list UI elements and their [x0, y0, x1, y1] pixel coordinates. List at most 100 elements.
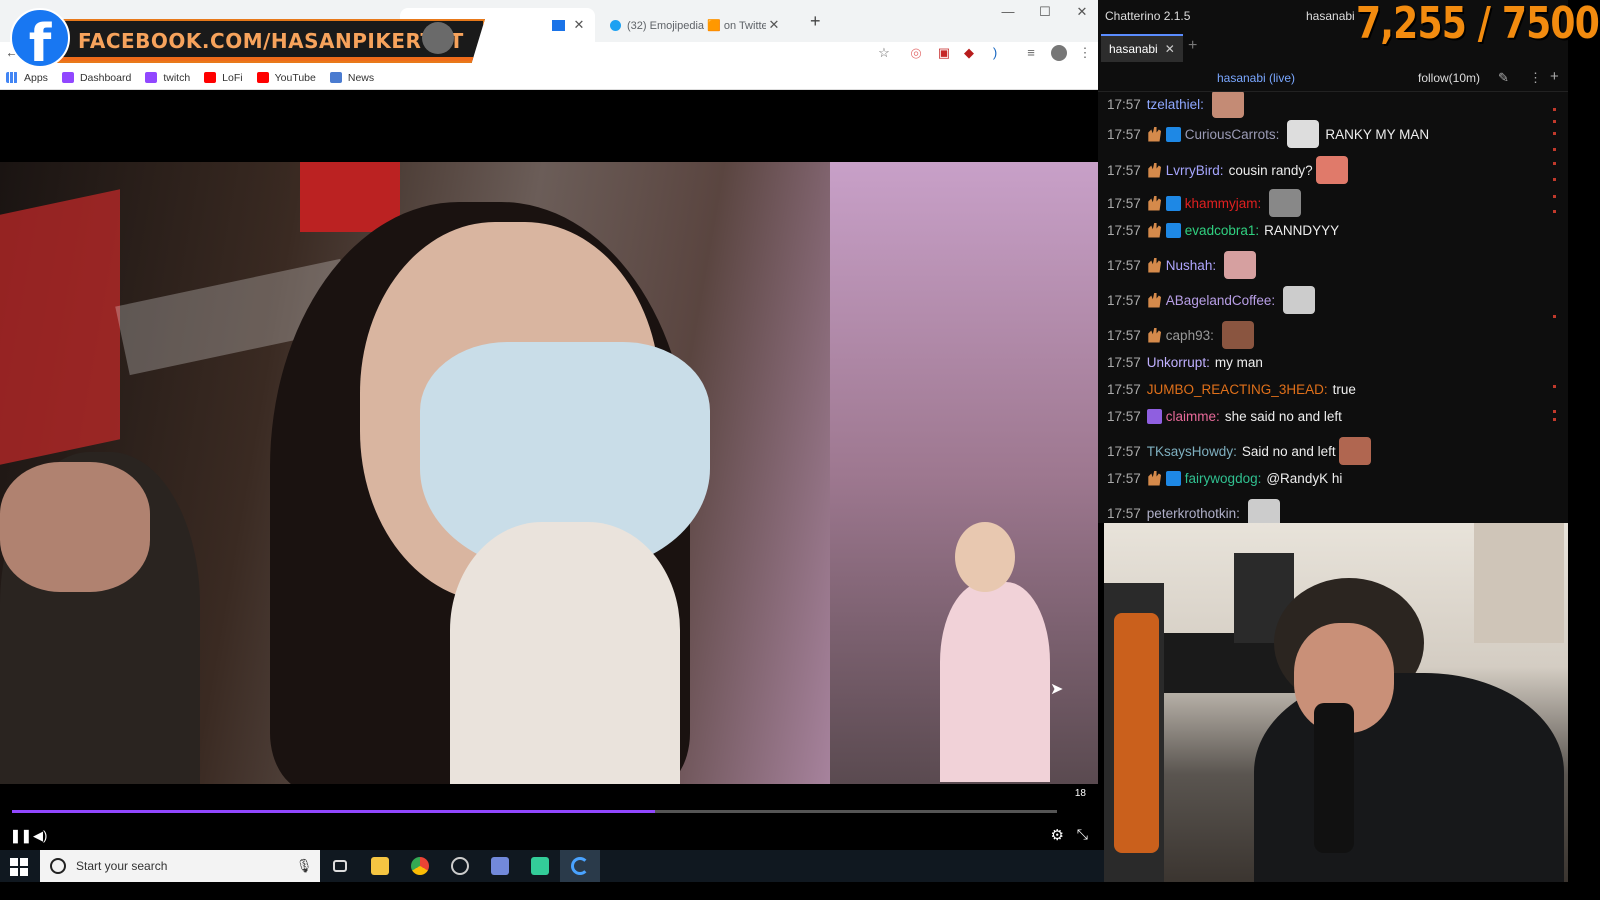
message-username[interactable]: peterkrothotkin:	[1147, 506, 1240, 521]
mouse-cursor-icon: ➤	[1050, 681, 1064, 698]
scrollbar[interactable]	[1553, 100, 1557, 520]
microphone-icon[interactable]: 🎙	[294, 858, 314, 874]
extension-icon[interactable]: ◆	[961, 45, 977, 61]
message-timestamp: 17:57	[1107, 354, 1141, 370]
video-player[interactable]: 18 ❚❚ ◀) ⚙ ⤡ ➤	[0, 91, 1098, 867]
tab-hasanabi[interactable]: hasanabi ✕	[1101, 34, 1183, 62]
message-username[interactable]: Unkorrupt:	[1147, 355, 1210, 370]
close-tab-icon[interactable]: ✕	[1165, 42, 1175, 56]
pen-icon[interactable]: ✎	[1498, 70, 1509, 86]
add-tab-icon[interactable]: +	[1188, 37, 1197, 55]
gamepad-icon[interactable]	[520, 850, 560, 882]
message-username[interactable]: evadcobra1:	[1185, 223, 1259, 238]
settings-gear-icon[interactable]: ⚙	[1051, 826, 1064, 844]
twitch-icon	[145, 72, 158, 83]
new-tab-icon[interactable]: +	[810, 11, 821, 32]
emote-icon[interactable]	[1269, 189, 1302, 217]
extension-icon[interactable]: ◎	[908, 45, 924, 61]
windows-taskbar: Start your search 🎙	[0, 850, 1104, 882]
message-timestamp: 17:57	[1107, 292, 1141, 308]
add-split-icon[interactable]: +	[1550, 68, 1559, 85]
star-icon[interactable]: ☆	[876, 45, 892, 61]
message-username[interactable]: JUMBO_REACTING_3HEAD:	[1147, 382, 1328, 397]
bookmark-lofi[interactable]: LoFi	[204, 72, 243, 84]
message-text: cousin randy?	[1228, 162, 1313, 178]
more-menu-icon[interactable]: ⋮	[1077, 45, 1093, 61]
emote-icon[interactable]	[1247, 499, 1280, 523]
message-username[interactable]: fairywogdog:	[1185, 471, 1262, 486]
pause-icon[interactable]: ❚❚	[10, 828, 32, 844]
message-username[interactable]: claimme:	[1166, 409, 1220, 424]
chat-message: 17:57 caph93:	[1107, 321, 1254, 349]
message-timestamp: 17:57	[1107, 470, 1141, 486]
task-view-icon[interactable]	[320, 850, 360, 882]
current-user[interactable]: hasanabi	[1306, 9, 1355, 23]
hand-badge-icon[interactable]	[1148, 162, 1162, 178]
exit-fullscreen-icon[interactable]: ⤡	[1077, 826, 1088, 843]
chatterino-icon[interactable]	[560, 850, 600, 882]
crown-badge-icon[interactable]	[1165, 126, 1181, 142]
close-tab-icon[interactable]: ✕	[766, 17, 782, 33]
channel-name[interactable]: hasanabi (live)	[1098, 71, 1414, 85]
message-username[interactable]: tzelathiel:	[1147, 97, 1204, 112]
chat-message: 17:57 khammyjam:	[1107, 189, 1302, 217]
emote-icon[interactable]	[1221, 321, 1254, 349]
hand-badge-icon[interactable]	[1148, 195, 1162, 211]
crown-badge-icon[interactable]	[1165, 470, 1181, 486]
chat-message: 17:57 fairywogdog: @RandyK hi	[1107, 466, 1342, 490]
emote-icon[interactable]	[1315, 156, 1348, 184]
bookmark-dashboard[interactable]: Dashboard	[61, 72, 131, 84]
hand-badge-icon[interactable]	[1148, 292, 1162, 308]
diamond-badge-icon[interactable]	[1146, 408, 1162, 424]
crown-badge-icon[interactable]	[1165, 222, 1181, 238]
chatterino-window: Chatterino 2.1.5 hasanabi 7,255 / 7500 h…	[1098, 0, 1600, 523]
maximize-icon[interactable]: ☐	[1030, 4, 1060, 20]
progress-bar[interactable]	[12, 810, 1057, 813]
address-bar[interactable]	[470, 44, 890, 64]
obs-icon[interactable]	[440, 850, 480, 882]
bookmark-news[interactable]: News	[329, 72, 374, 84]
taskbar-search-input[interactable]: Start your search 🎙	[40, 850, 320, 882]
message-username[interactable]: caph93:	[1166, 328, 1214, 343]
emote-icon[interactable]	[1338, 437, 1371, 465]
file-explorer-icon[interactable]	[360, 850, 400, 882]
hand-badge-icon[interactable]	[1148, 126, 1162, 142]
emote-icon[interactable]	[1211, 92, 1244, 118]
emote-icon[interactable]	[1287, 120, 1320, 148]
message-username[interactable]: LvrryBird:	[1166, 163, 1224, 178]
message-timestamp: 17:57	[1107, 96, 1141, 112]
bookmarks-bar: Apps Dashboard twitch LoFi YouTube News	[0, 66, 1098, 90]
chrome-icon[interactable]	[400, 850, 440, 882]
hand-badge-icon[interactable]	[1148, 257, 1162, 273]
message-timestamp: 17:57	[1107, 327, 1141, 343]
close-window-icon[interactable]: ✕	[1067, 4, 1097, 20]
volume-icon[interactable]: ◀)	[33, 828, 47, 844]
hand-badge-icon[interactable]	[1148, 327, 1162, 343]
more-menu-icon[interactable]: ⋮	[1529, 70, 1542, 86]
message-username[interactable]: ABagelandCoffee:	[1166, 293, 1275, 308]
message-username[interactable]: TKsaysHowdy:	[1147, 444, 1237, 459]
extension-icon[interactable]: )	[987, 45, 1003, 61]
twitch-icon	[61, 72, 74, 83]
monitor-icon	[552, 19, 565, 31]
emote-icon[interactable]	[1224, 251, 1257, 279]
discord-icon[interactable]	[480, 850, 520, 882]
queue-icon[interactable]: ≡	[1023, 45, 1039, 61]
profile-avatar-icon[interactable]	[1051, 45, 1067, 61]
tab-emojipedia[interactable]: (32) Emojipedia 🟧 on Twitter: "N ✕	[600, 8, 790, 42]
chat-messages[interactable]: 17:57 tzelathiel: 17:57 CuriousCarrots: RANK…	[1098, 92, 1560, 523]
message-username[interactable]: Nushah:	[1166, 258, 1216, 273]
hand-badge-icon[interactable]	[1148, 222, 1162, 238]
windows-start-icon[interactable]	[10, 858, 28, 876]
message-timestamp: 17:57	[1107, 443, 1141, 459]
message-username[interactable]: khammyjam:	[1185, 196, 1262, 211]
emote-icon[interactable]	[1283, 286, 1316, 314]
hand-badge-icon[interactable]	[1148, 470, 1162, 486]
bookmark-youtube[interactable]: YouTube	[256, 72, 316, 84]
close-tab-icon[interactable]: ✕	[571, 17, 587, 33]
message-username[interactable]: CuriousCarrots:	[1185, 127, 1280, 142]
crown-badge-icon[interactable]	[1165, 195, 1181, 211]
bookmark-twitch[interactable]: twitch	[145, 72, 190, 84]
minimize-icon[interactable]: —	[993, 4, 1023, 19]
extension-icon[interactable]: ▣	[936, 45, 952, 61]
